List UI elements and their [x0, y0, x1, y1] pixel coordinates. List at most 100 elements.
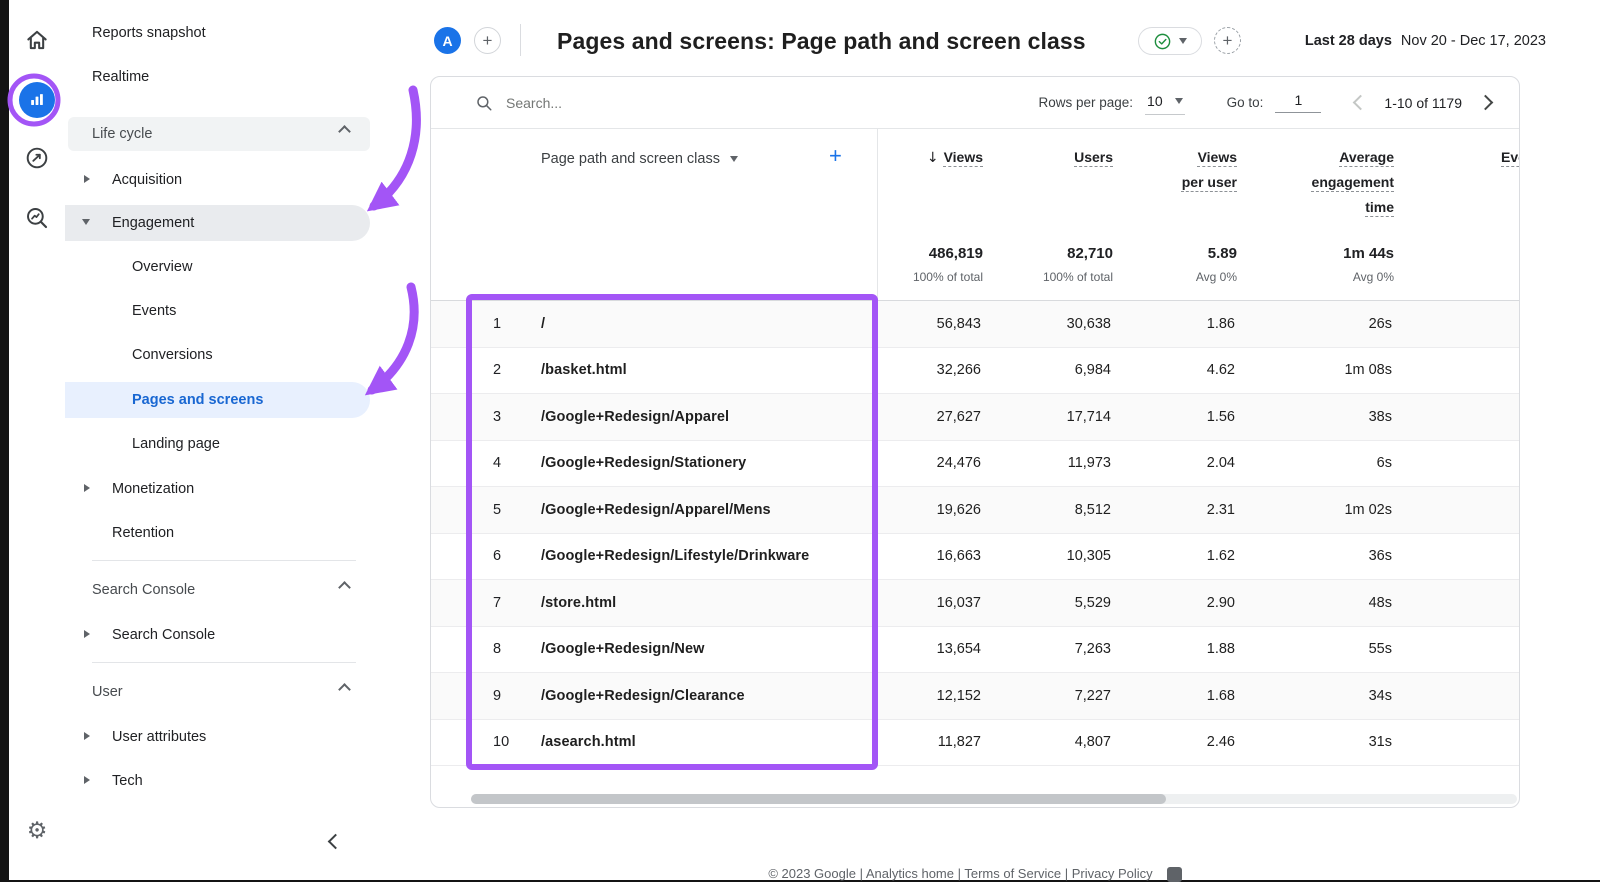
row-page-path: /store.html — [541, 594, 617, 611]
column-header-event-count-clipped[interactable]: Event count — [1501, 145, 1519, 170]
sidebar-item-conversions[interactable]: Conversions — [132, 345, 213, 365]
column-header-views-per-user[interactable]: Views per user — [1177, 145, 1237, 195]
row-page-path: /Google+Redesign/Stationery — [541, 455, 747, 472]
row-index: 7 — [493, 594, 502, 611]
advertising-icon[interactable] — [9, 205, 65, 231]
rows-per-page-select[interactable]: 10 — [1145, 91, 1185, 115]
table-row[interactable]: 9 /Google+Redesign/Clearance 12,152 7,22… — [431, 673, 1519, 720]
expand-search-console-icon[interactable] — [84, 630, 90, 638]
row-avg-engagement-time: 36s — [1368, 548, 1392, 565]
row-avg-engagement-time: 1m 02s — [1344, 501, 1392, 518]
sidebar-item-pages-and-screens[interactable]: Pages and screens — [132, 390, 263, 410]
column-header-users[interactable]: Users — [1013, 145, 1113, 170]
ga4-app: ⚙ Reports snapshot Realtime Life cycle A… — [0, 0, 1600, 882]
row-avg-engagement-time: 31s — [1368, 734, 1392, 751]
table-row[interactable]: 8 /Google+Redesign/New 13,654 7,263 1.88… — [431, 627, 1519, 673]
rows-per-page-label: Rows per page: — [1038, 95, 1134, 110]
reports-active-circle — [19, 82, 55, 118]
row-page-path: /Google+Redesign/Apparel/Mens — [541, 501, 771, 518]
collapse-search-console-chevron-icon[interactable] — [338, 581, 351, 594]
table-header: Page path and screen class + ↓ Views User… — [431, 129, 1519, 301]
table-row[interactable]: 6 /Google+Redesign/Lifestyle/Drinkware 1… — [431, 534, 1519, 580]
row-users: 17,714 — [1066, 408, 1111, 425]
total-subtext: 100% of total — [912, 270, 983, 284]
expand-user-attributes-icon[interactable] — [84, 732, 90, 740]
column-label: Views — [943, 149, 983, 165]
row-avg-engagement-time: 55s — [1368, 641, 1392, 658]
row-index: 4 — [493, 455, 502, 472]
sidebar-item-engagement[interactable]: Engagement — [112, 213, 194, 233]
window-edge — [0, 0, 9, 880]
sidebar-item-reports-snapshot[interactable]: Reports snapshot — [92, 23, 206, 43]
section-header-search-console: Search Console — [92, 582, 196, 598]
add-dimension-button[interactable]: + — [829, 143, 842, 169]
table-row[interactable]: 10 /asearch.html 11,827 4,807 2.46 31s — [431, 720, 1519, 766]
sidebar-item-realtime[interactable]: Realtime — [92, 67, 149, 87]
customize-report-button[interactable]: + — [1214, 27, 1241, 54]
table-row[interactable]: 1 / 56,843 30,638 1.86 26s — [431, 301, 1519, 348]
app-rail: ⚙ — [9, 0, 65, 880]
gear-glyph: ⚙ — [26, 818, 48, 844]
collapse-sidebar-icon[interactable] — [327, 833, 344, 850]
section-header-user: User — [92, 684, 123, 700]
expand-acquisition-icon[interactable] — [84, 175, 90, 183]
table-row[interactable]: 5 /Google+Redesign/Apparel/Mens 19,626 8… — [431, 487, 1519, 534]
explore-icon[interactable] — [9, 145, 65, 171]
date-range-picker[interactable]: Last 28 days Nov 20 - Dec 17, 2023 — [1305, 33, 1546, 49]
row-views: 12,152 — [936, 687, 981, 704]
sidebar-item-landing-page[interactable]: Landing page — [132, 434, 220, 454]
row-users: 10,305 — [1066, 548, 1111, 565]
goto-page-input[interactable] — [1275, 92, 1322, 113]
avatar[interactable]: A — [434, 27, 461, 54]
table-row[interactable]: 7 /store.html 16,037 5,529 2.90 48s — [431, 580, 1519, 627]
total-views: 486,819 100% of total — [883, 245, 983, 284]
row-page-path: /Google+Redesign/New — [541, 641, 705, 658]
table-toolbar: Rows per page: 10 Go to: 1-10 of 1179 — [431, 77, 1519, 129]
reports-icon[interactable] — [9, 82, 65, 118]
column-header-views[interactable]: ↓ Views — [883, 145, 983, 171]
explore-icon-glyph — [26, 147, 48, 169]
sidebar-item-retention[interactable]: Retention — [112, 523, 174, 543]
total-value: 1m 44s — [1343, 245, 1394, 262]
admin-gear-icon[interactable]: ⚙ — [9, 820, 65, 843]
table-row[interactable]: 3 /Google+Redesign/Apparel 27,627 17,714… — [431, 394, 1519, 441]
sidebar-item-search-console[interactable]: Search Console — [112, 625, 215, 645]
collapse-engagement-icon[interactable] — [82, 219, 90, 225]
total-users: 82,710 100% of total — [1013, 245, 1113, 284]
row-users: 11,973 — [1067, 455, 1111, 472]
table-row[interactable]: 4 /Google+Redesign/Stationery 24,476 11,… — [431, 441, 1519, 487]
sidebar-item-tech[interactable]: Tech — [112, 771, 143, 791]
row-avg-engagement-time: 26s — [1368, 315, 1392, 332]
row-page-path: /Google+Redesign/Lifestyle/Drinkware — [541, 548, 810, 565]
sidebar-item-overview[interactable]: Overview — [132, 257, 192, 277]
table-row[interactable]: 2 /basket.html 32,266 6,984 4.62 1m 08s — [431, 348, 1519, 394]
column-label: Views per user — [1181, 149, 1237, 190]
footer-links[interactable]: © 2023 Google | Analytics home | Terms o… — [768, 866, 1152, 881]
sidebar-item-monetization[interactable]: Monetization — [112, 479, 194, 499]
home-icon[interactable] — [9, 27, 65, 53]
collapse-user-chevron-icon[interactable] — [338, 683, 351, 696]
approved-check-icon — [1154, 33, 1171, 49]
toolbar-right: Rows per page: 10 Go to: 1-10 of 1179 — [1038, 91, 1494, 115]
engagement-highlight-pill — [65, 205, 370, 241]
expand-tech-icon[interactable] — [84, 776, 90, 784]
scrollbar-handle[interactable] — [471, 794, 1166, 804]
sidebar-item-events[interactable]: Events — [132, 301, 176, 321]
row-views: 11,827 — [937, 734, 981, 751]
expand-monetization-icon[interactable] — [84, 484, 90, 492]
sidebar-item-user-attributes[interactable]: User attributes — [112, 727, 206, 747]
next-page-icon[interactable] — [1477, 94, 1494, 111]
row-users: 5,529 — [1074, 594, 1111, 611]
report-status-badge[interactable] — [1138, 27, 1202, 55]
bar-chart-icon — [31, 94, 43, 105]
sidebar-item-acquisition[interactable]: Acquisition — [112, 170, 182, 190]
column-label: Users — [1074, 149, 1113, 165]
previous-page-icon[interactable] — [1353, 94, 1369, 111]
column-label: Event count — [1501, 149, 1519, 165]
dimension-header[interactable]: Page path and screen class — [541, 151, 738, 167]
date-range-dates: Nov 20 - Dec 17, 2023 — [1400, 33, 1546, 49]
column-header-avg-engagement-time[interactable]: Average engagement time — [1294, 145, 1394, 220]
add-comparison-button[interactable]: + — [474, 27, 501, 54]
search-input[interactable] — [506, 94, 726, 111]
row-views: 27,627 — [936, 408, 981, 425]
